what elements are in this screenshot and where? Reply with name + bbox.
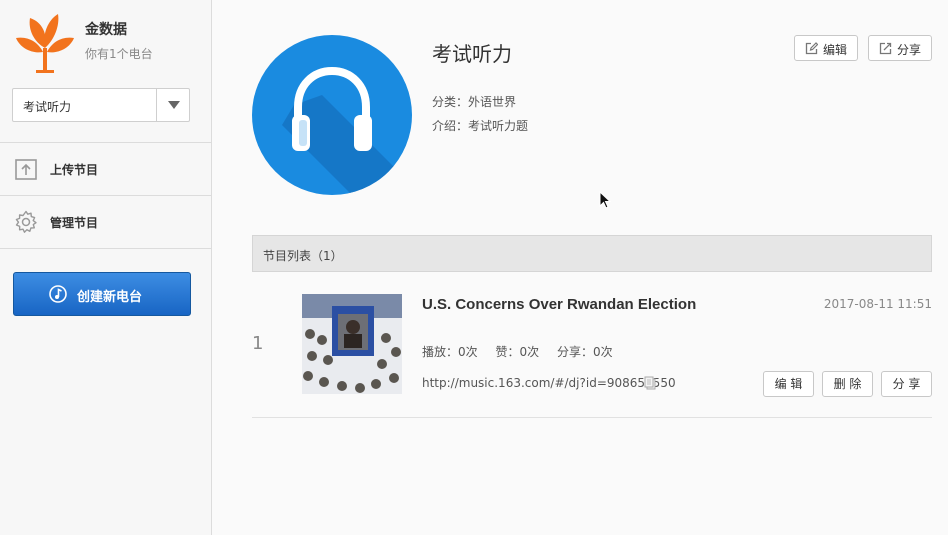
- program-stats: 播放：0次 赞：0次 分享：0次: [422, 343, 627, 360]
- edit-radio-button[interactable]: 编辑: [794, 35, 858, 61]
- radio-intro: 介绍：考试听力题: [432, 119, 529, 133]
- program-title[interactable]: U.S. Concerns Over Rwandan Election: [422, 296, 696, 313]
- program-list-header: 节目列表（1）: [252, 235, 932, 272]
- program-shares: 分享：0次: [556, 345, 613, 359]
- music-note-icon: [49, 285, 67, 303]
- edit-radio-label: 编辑: [823, 43, 848, 57]
- share-program-button[interactable]: 分 享: [881, 371, 932, 397]
- create-radio-label: 创建新电台: [77, 290, 143, 305]
- nav-upload-label: 上传节目: [50, 163, 99, 177]
- radio-title: 考试听力: [432, 42, 512, 66]
- program-url: http://music.163.com/#/dj?id=908653550: [422, 376, 676, 390]
- user-name: 金数据: [85, 22, 127, 38]
- divider: [0, 248, 211, 249]
- create-radio-button[interactable]: 创建新电台: [13, 272, 191, 316]
- radio-category: 分类：外语世界: [432, 95, 517, 109]
- program-index: 1: [252, 333, 264, 354]
- share-radio-button[interactable]: 分享: [868, 35, 932, 61]
- upload-icon: [15, 159, 37, 180]
- program-likes: 赞：0次: [495, 345, 540, 359]
- select-dropdown-button[interactable]: [156, 89, 189, 121]
- program-plays: 播放：0次: [422, 345, 478, 359]
- edit-icon: [805, 42, 818, 55]
- nav-manage-label: 管理节目: [50, 216, 99, 230]
- gear-icon: [15, 210, 37, 233]
- program-list-title: 节目列表（1）: [263, 249, 343, 263]
- sidebar: 金数据 你有1个电台 考试听力 上传节目 管理节目 创建新电台: [0, 0, 212, 535]
- nav-manage-program[interactable]: 管理节目: [0, 196, 211, 248]
- chevron-down-icon: [168, 101, 180, 109]
- share-icon: [879, 42, 892, 55]
- logo-tree-icon: [16, 14, 74, 73]
- radio-cover-image: [252, 35, 412, 195]
- cursor-icon: [599, 191, 611, 209]
- delete-program-button[interactable]: 删 除: [822, 371, 873, 397]
- radio-select[interactable]: 考试听力: [12, 88, 190, 122]
- program-date: 2017-08-11 11:51: [823, 297, 932, 311]
- copy-icon[interactable]: [644, 376, 656, 390]
- row-divider: [252, 417, 932, 418]
- radio-select-value: 考试听力: [23, 100, 72, 114]
- edit-program-button[interactable]: 编 辑: [763, 371, 814, 397]
- nav-upload-program[interactable]: 上传节目: [0, 143, 211, 195]
- user-radio-count: 你有1个电台: [85, 47, 153, 61]
- share-radio-label: 分享: [897, 43, 922, 57]
- program-thumbnail[interactable]: [302, 294, 402, 394]
